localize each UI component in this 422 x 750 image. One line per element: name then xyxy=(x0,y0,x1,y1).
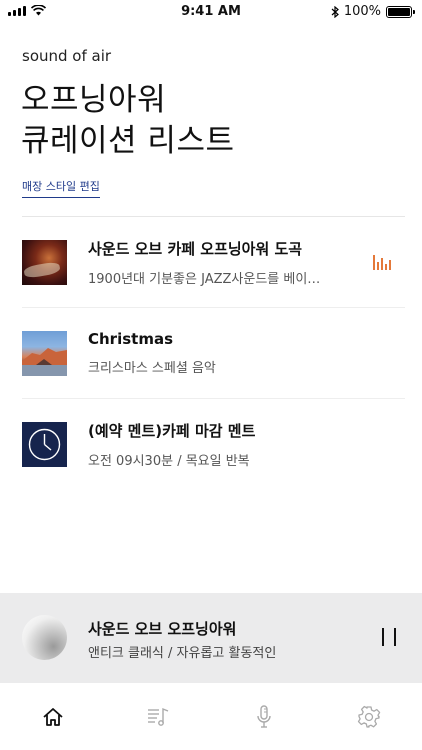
battery-icon xyxy=(386,5,415,18)
now-playing-bar[interactable]: 사운드 오브 오프닝아워 앤티크 클래식 / 자유롭고 활동적인 xyxy=(0,593,422,683)
playlist-item-title: (예약 멘트)카페 마감 멘트 xyxy=(88,422,256,440)
tab-settings[interactable] xyxy=(317,683,422,750)
playlist-item[interactable]: 사운드 오브 카페 오프닝아워 도곡 1900년대 기분좋은 JAZZ사운드를 … xyxy=(22,217,405,308)
clock-thumbnail xyxy=(22,422,67,467)
now-playing-subtitle: 앤티크 클래식 / 자유롭고 활동적인 xyxy=(88,646,277,661)
playlist-item-subtitle: 크리스마스 스페셜 음악 xyxy=(88,361,216,376)
playlist-item-title: Christmas xyxy=(88,330,174,348)
playlist-item-subtitle: 1900년대 기분좋은 JAZZ사운드를 베이… xyxy=(88,271,321,287)
status-bar: 9:41 AM 100% xyxy=(0,0,422,24)
page-title-line1: 오프닝아워 xyxy=(21,82,167,118)
tab-microphone[interactable] xyxy=(211,683,317,750)
playlist-item-title: 사운드 오브 카페 오프닝아워 도곡 xyxy=(88,239,303,258)
tab-home[interactable] xyxy=(0,683,106,750)
status-right: 100% xyxy=(331,4,415,19)
playlist: 사운드 오브 카페 오프닝아워 도곡 1900년대 기분좋은 JAZZ사운드를 … xyxy=(22,217,405,490)
page-title: 오프닝아워 큐레이션 리스트 xyxy=(21,80,235,162)
brand-name: sound of air xyxy=(22,47,112,65)
microphone-icon xyxy=(257,704,271,728)
edit-store-style-link[interactable]: 매장 스타일 편집 xyxy=(22,178,100,198)
tab-bar xyxy=(0,683,422,750)
now-playing-equalizer-icon xyxy=(373,255,391,270)
pause-button[interactable] xyxy=(382,628,396,646)
album-art xyxy=(22,615,67,660)
now-playing-title: 사운드 오브 오프닝아워 xyxy=(88,620,237,638)
cafe-thumbnail xyxy=(22,239,67,285)
page-title-line2: 큐레이션 리스트 xyxy=(21,123,235,159)
clock-icon xyxy=(28,428,61,461)
playlist-item-subtitle: 오전 09시30분 / 목요일 반복 xyxy=(88,454,250,469)
playlist-item[interactable]: Christmas 크리스마스 스페셜 음악 xyxy=(22,308,405,399)
mountain-thumbnail xyxy=(22,330,67,376)
music-list-icon xyxy=(148,707,169,726)
settings-icon xyxy=(358,705,381,728)
home-icon xyxy=(43,707,63,726)
bluetooth-icon xyxy=(331,5,339,18)
playlist-item[interactable]: (예약 멘트)카페 마감 멘트 오전 09시30분 / 목요일 반복 xyxy=(22,399,405,490)
battery-percent: 100% xyxy=(343,4,381,19)
tab-music-list[interactable] xyxy=(106,683,212,750)
